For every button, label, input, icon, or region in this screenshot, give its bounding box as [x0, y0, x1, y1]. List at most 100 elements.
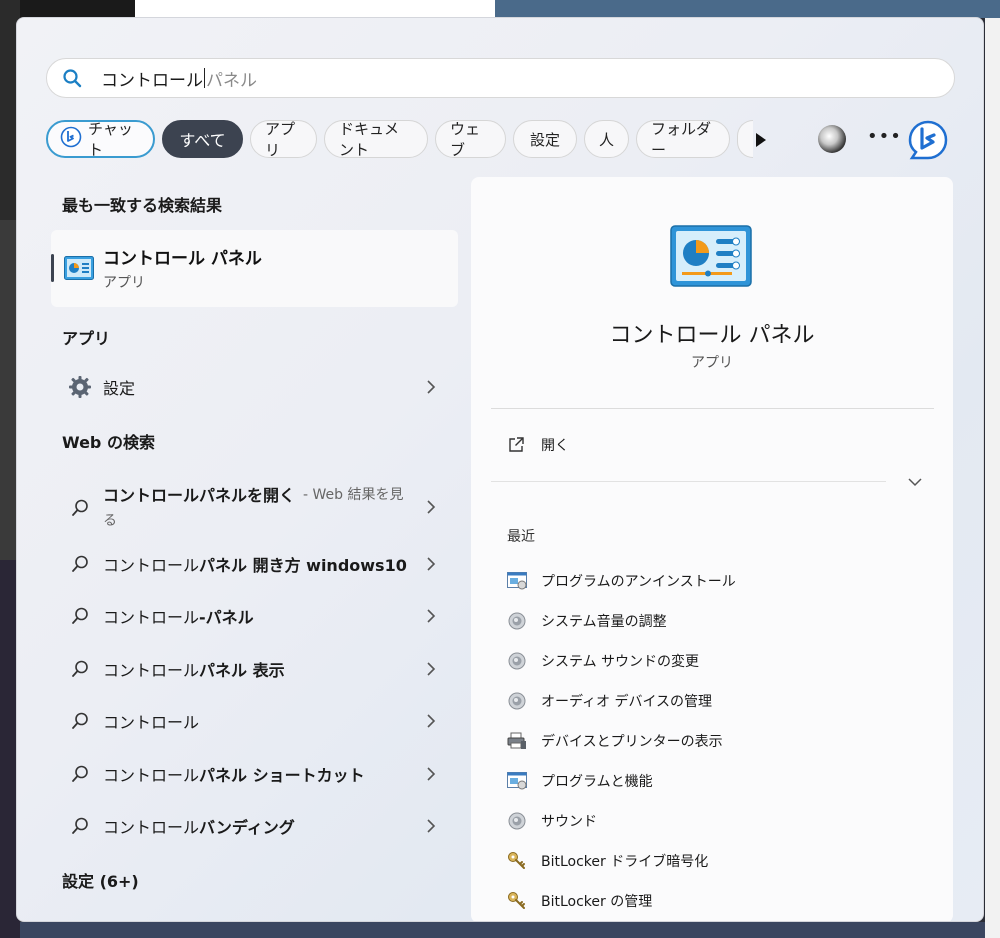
search-icon: [67, 603, 93, 629]
bing-chat-button[interactable]: [908, 120, 948, 160]
web-result-label: コントロール-パネル: [103, 608, 254, 627]
web-result-label: コントロールパネルを開く: [103, 486, 296, 505]
app-result-label: 設定: [103, 379, 136, 398]
bing-chat-icon: [60, 126, 82, 152]
search-window: コントロール パネル チャット すべて アプリ ドキュメント ウェブ 設定 人 フ…: [16, 17, 984, 922]
filter-folders-chip[interactable]: フォルダー: [636, 120, 730, 159]
search-icon: [67, 656, 93, 682]
scroll-filters-right-button[interactable]: [749, 128, 773, 152]
web-result-item[interactable]: コントロール: [51, 701, 458, 741]
recent-item-label: システム音量の調整: [541, 614, 667, 630]
filter-people-chip[interactable]: 人: [584, 120, 629, 158]
open-action-label: 開く: [541, 438, 569, 454]
recent-item[interactable]: システム サウンドの変更: [507, 649, 927, 673]
speaker-icon: [507, 611, 527, 631]
chevron-right-icon: [427, 500, 436, 514]
preview-subtitle: アプリ: [691, 355, 733, 371]
chevron-right-icon: [427, 609, 436, 623]
search-icon: [67, 813, 93, 839]
recent-item-label: サウンド: [541, 814, 597, 830]
web-search-header: Web の検索: [62, 433, 155, 452]
speaker-icon: [507, 691, 527, 711]
filter-chat-label: チャット: [88, 120, 133, 159]
web-result-suffix: - Web 結果を見: [303, 487, 404, 503]
web-result-label: コントロールパネル 開き方 windows10: [103, 556, 407, 575]
web-result-item[interactable]: コントロール-パネル: [51, 596, 458, 636]
filter-all-chip[interactable]: すべて: [162, 120, 243, 158]
web-result-item[interactable]: コントロールパネル 表示: [51, 649, 458, 689]
recent-item[interactable]: システム音量の調整: [507, 609, 927, 633]
web-result-item[interactable]: コントロールパネルを開く - Web 結果を見 る: [51, 479, 458, 535]
open-action[interactable]: 開く: [507, 433, 569, 457]
web-result-label: コントロールバンディング: [103, 818, 295, 837]
bing-logo-icon: [908, 120, 948, 160]
search-icon: [67, 708, 93, 734]
settings-gear-icon: [67, 374, 93, 400]
speaker-icon: [507, 651, 527, 671]
recent-item-label: BitLocker ドライブ暗号化: [541, 854, 709, 870]
chevron-down-icon[interactable]: [907, 474, 923, 490]
chevron-right-icon: [427, 714, 436, 728]
filter-web-chip[interactable]: ウェブ: [435, 120, 506, 159]
recent-header: 最近: [507, 529, 535, 545]
desktop-background: [495, 0, 1000, 18]
web-result-item[interactable]: コントロールパネル ショートカット: [51, 754, 458, 794]
recent-item[interactable]: サウンド: [507, 809, 927, 833]
programs-icon: [507, 771, 527, 791]
recent-item-label: デバイスとプリンターの表示: [541, 734, 723, 750]
web-result-label: コントロールパネル ショートカット: [103, 766, 365, 785]
speaker-icon: [507, 811, 527, 831]
user-avatar[interactable]: [818, 125, 846, 153]
chevron-right-icon: [427, 819, 436, 833]
best-match-item[interactable]: コントロール パネル アプリ: [51, 230, 458, 307]
search-suggestion-text: パネル: [206, 70, 257, 91]
filter-settings-chip[interactable]: 設定: [513, 120, 577, 158]
recent-item[interactable]: プログラムのアンインストール: [507, 569, 927, 593]
search-icon: [61, 67, 83, 89]
best-match-title: コントロール パネル: [103, 249, 262, 269]
search-icon: [67, 761, 93, 787]
key-icon: [507, 891, 527, 911]
desktop-background: [20, 0, 135, 18]
filter-bar: チャット すべて アプリ ドキュメント ウェブ 設定 人 フォルダー: [46, 119, 760, 159]
best-match-header: 最も一致する検索結果: [62, 196, 223, 215]
recent-item[interactable]: BitLocker の管理: [507, 889, 927, 913]
recent-item-label: オーディオ デバイスの管理: [541, 694, 713, 710]
web-result-label: コントロール: [103, 713, 200, 732]
recent-item[interactable]: オーディオ デバイスの管理: [507, 689, 927, 713]
web-result-item[interactable]: コントロールバンディング: [51, 806, 458, 846]
chevron-right-icon: [427, 557, 436, 571]
recent-item-label: システム サウンドの変更: [541, 654, 700, 670]
filter-documents-chip[interactable]: ドキュメント: [324, 120, 428, 159]
divider: [491, 408, 934, 409]
search-typed-text: コントロール: [101, 70, 203, 91]
search-input[interactable]: コントロール パネル: [46, 58, 955, 98]
text-caret: [204, 68, 205, 88]
more-options-button[interactable]: •••: [867, 126, 901, 152]
search-icon: [67, 551, 93, 577]
key-icon: [507, 851, 527, 871]
app-result-settings[interactable]: 設定: [51, 367, 458, 407]
control-panel-icon: [64, 256, 94, 280]
divider: [491, 481, 886, 482]
recent-item[interactable]: BitLocker ドライブ暗号化: [507, 849, 927, 873]
desktop-background: [985, 18, 1000, 938]
preview-title: コントロール パネル: [609, 323, 815, 348]
control-panel-large-icon: [670, 225, 752, 287]
recent-item-label: プログラムと機能: [541, 774, 653, 790]
web-result-item[interactable]: コントロールパネル 開き方 windows10: [51, 544, 458, 584]
selection-indicator: [51, 254, 54, 282]
apps-header: アプリ: [62, 329, 111, 348]
desktop-background: [20, 922, 985, 938]
open-external-icon: [509, 437, 524, 452]
settings-section-header[interactable]: 設定 (6+): [62, 868, 139, 892]
web-result-wrap: る: [103, 513, 117, 529]
search-icon: [67, 495, 93, 521]
best-match-subtitle: アプリ: [103, 275, 145, 291]
recent-item[interactable]: デバイスとプリンターの表示: [507, 729, 927, 753]
desktop-background: [135, 0, 495, 18]
filter-chat-chip[interactable]: チャット: [46, 120, 155, 159]
recent-item-label: BitLocker の管理: [541, 894, 653, 910]
recent-item[interactable]: プログラムと機能: [507, 769, 927, 793]
filter-apps-chip[interactable]: アプリ: [250, 120, 317, 159]
